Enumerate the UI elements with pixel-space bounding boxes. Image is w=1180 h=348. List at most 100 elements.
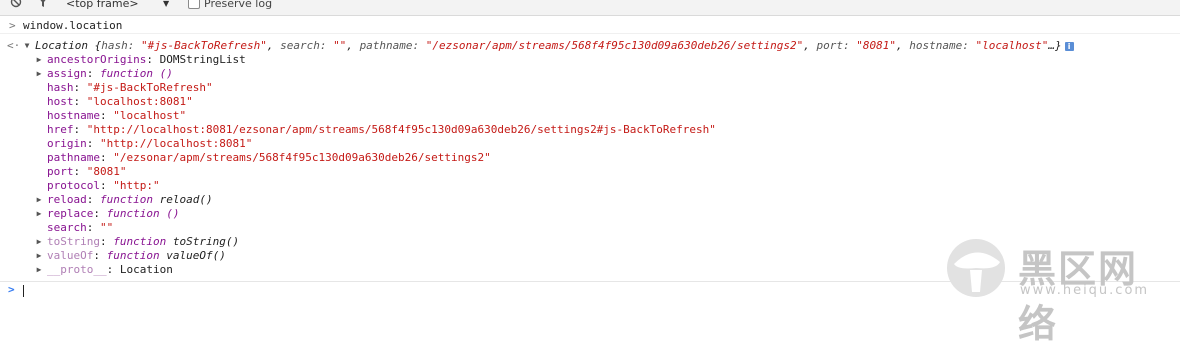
watermark-logo: 黑区网络 www.heiqu.com xyxy=(946,236,1176,346)
property-key: __proto__ xyxy=(47,263,107,276)
property-value: Location xyxy=(119,263,173,276)
expand-triangle-icon[interactable]: ▶ xyxy=(34,263,44,277)
property-key: pathname xyxy=(47,151,100,164)
property-row[interactable]: ▶ ancestorOrigins: DOMStringList xyxy=(0,53,1180,67)
property-key: protocol xyxy=(47,179,100,192)
summary-key: hostname: xyxy=(909,39,976,52)
console-toolbar: <top frame> ▼ Preserve log xyxy=(0,0,1180,16)
input-prompt-icon: > xyxy=(9,19,16,32)
property-value: "http://localhost:8081/ezsonar/apm/strea… xyxy=(86,123,716,136)
property-key: hostname xyxy=(47,109,100,122)
info-icon[interactable]: i xyxy=(1064,41,1074,51)
property: search: "" xyxy=(47,221,113,235)
property-value: function () xyxy=(106,207,180,220)
property-value: "8081" xyxy=(86,165,127,178)
preserve-log-label: Preserve log xyxy=(204,0,273,10)
property-row: hash: "#js-BackToRefresh" xyxy=(0,81,1180,95)
property-row[interactable]: ▶ reload: function reload() xyxy=(0,193,1180,207)
property-colon: : xyxy=(146,53,160,66)
property-row: origin: "http://localhost:8081" xyxy=(0,137,1180,151)
property-colon: : xyxy=(86,137,100,150)
property-key: assign xyxy=(47,67,87,80)
summary-value: "8081" xyxy=(856,39,897,52)
property-value: function xyxy=(106,249,160,262)
summary-value: "/ezsonar/apm/streams/568f4f95c130d09a63… xyxy=(425,39,804,52)
property-key: host xyxy=(47,95,74,108)
property-key: search xyxy=(47,221,87,234)
property-value: function xyxy=(113,235,167,248)
summary-separator: , xyxy=(803,39,817,52)
clear-console-icon[interactable] xyxy=(10,0,22,12)
function-name: toString() xyxy=(166,235,240,248)
property-row: search: "" xyxy=(0,221,1180,235)
property-row: host: "localhost:8081" xyxy=(0,95,1180,109)
property-key: origin xyxy=(47,137,87,150)
expand-triangle-icon[interactable]: ▶ xyxy=(34,207,44,221)
summary-key: pathname: xyxy=(359,39,426,52)
property-colon: : xyxy=(106,263,120,276)
property: href: "http://localhost:8081/ezsonar/apm… xyxy=(47,123,716,137)
summary-key: hash: xyxy=(101,39,141,52)
property-value: function () xyxy=(100,67,173,80)
property-colon: : xyxy=(99,151,114,164)
property: reload: function reload() xyxy=(47,193,213,207)
preserve-log-checkbox[interactable] xyxy=(188,0,200,9)
summary-value: "#js-BackToRefresh" xyxy=(140,39,267,52)
object-type: Location { xyxy=(35,39,102,52)
result-arrow-icon: <· xyxy=(7,39,21,52)
property-value: "localhost:8081" xyxy=(86,95,193,108)
property: pathname: "/ezsonar/apm/streams/568f4f95… xyxy=(47,151,491,165)
property: origin: "http://localhost:8081" xyxy=(47,137,252,151)
property-value: DOMStringList xyxy=(159,53,246,66)
property-row[interactable]: ▶ assign: function () xyxy=(0,67,1180,81)
summary-separator: , xyxy=(346,39,360,52)
result-summary-row[interactable]: <· ▼ Location {hash: "#js-BackToRefresh"… xyxy=(0,39,1180,53)
property: hostname: "localhost" xyxy=(47,109,186,123)
property-value: function xyxy=(100,193,153,206)
expand-triangle-icon[interactable]: ▶ xyxy=(34,67,44,81)
context-selector[interactable]: <top frame> xyxy=(66,0,139,12)
property-key: hash xyxy=(47,81,74,94)
expand-triangle-icon[interactable]: ▶ xyxy=(34,53,44,67)
property-colon: : xyxy=(73,81,87,94)
property-key: replace xyxy=(47,207,94,220)
expand-triangle-icon[interactable]: ▶ xyxy=(34,193,44,207)
summary-separator: , xyxy=(266,39,281,52)
property: protocol: "http:" xyxy=(47,179,160,193)
property-colon: : xyxy=(99,235,114,248)
property: ancestorOrigins: DOMStringList xyxy=(47,53,246,67)
property-colon: : xyxy=(86,193,100,206)
summary-separator: , xyxy=(896,39,910,52)
property-row: pathname: "/ezsonar/apm/streams/568f4f95… xyxy=(0,151,1180,165)
command-text: window.location xyxy=(23,19,123,32)
property-row: port: "8081" xyxy=(0,165,1180,179)
expand-triangle-icon[interactable]: ▶ xyxy=(34,235,44,249)
property-colon: : xyxy=(73,95,87,108)
property-key: ancestorOrigins xyxy=(47,53,147,66)
property: hash: "#js-BackToRefresh" xyxy=(47,81,213,95)
property: valueOf: function valueOf() xyxy=(47,249,226,263)
property-colon: : xyxy=(93,249,107,262)
property-key: href xyxy=(47,123,74,136)
property-colon: : xyxy=(73,165,87,178)
property-colon: : xyxy=(86,221,100,234)
chevron-down-icon[interactable]: ▼ xyxy=(163,0,169,12)
property-row: protocol: "http:" xyxy=(0,179,1180,193)
expand-triangle-icon[interactable]: ▼ xyxy=(22,39,32,53)
property-value: "localhost" xyxy=(113,109,187,122)
expand-triangle-icon[interactable]: ▶ xyxy=(34,249,44,263)
property: port: "8081" xyxy=(47,165,127,179)
property-row[interactable]: ▶ replace: function () xyxy=(0,207,1180,221)
property: __proto__: Location xyxy=(47,263,173,277)
property-key: valueOf xyxy=(47,249,94,262)
summary-value: "" xyxy=(333,39,347,52)
property-key: toString xyxy=(47,235,100,248)
mushroom-logo-icon xyxy=(947,239,1005,297)
summary-ellipsis: …} xyxy=(1048,39,1062,52)
summary-key: search: xyxy=(280,39,334,52)
property-colon: : xyxy=(86,67,100,80)
prompt-chevron-icon: > xyxy=(8,283,15,296)
property-value: "http://localhost:8081" xyxy=(100,137,253,150)
property-colon: : xyxy=(93,207,107,220)
filter-icon[interactable] xyxy=(37,0,49,12)
